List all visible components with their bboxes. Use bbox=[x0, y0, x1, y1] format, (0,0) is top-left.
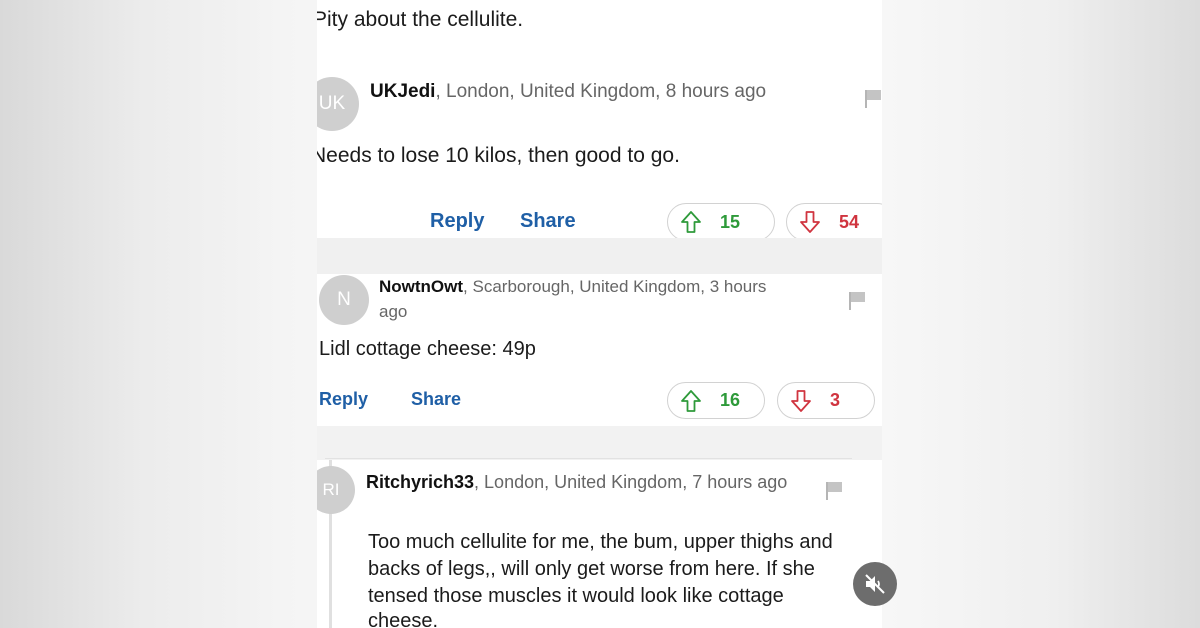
comment-text-line: Too much cellulite for me, the bum, uppe… bbox=[368, 531, 833, 553]
downvote-button[interactable]: 3 bbox=[777, 382, 875, 419]
comment-text-line: tensed those muscles it would look like … bbox=[368, 585, 784, 607]
downvote-count: 3 bbox=[830, 390, 841, 410]
flag-icon[interactable] bbox=[864, 89, 882, 109]
avatar-initials: UK bbox=[318, 93, 346, 114]
comment-header: NowtnOwt, Scarborough, United Kingdom, 3… bbox=[379, 277, 766, 297]
comment-text-line: cheese. bbox=[368, 610, 439, 628]
arrow-down-icon bbox=[800, 211, 820, 233]
avatar[interactable]: UK bbox=[317, 77, 359, 131]
flag-icon[interactable] bbox=[825, 481, 843, 501]
username[interactable]: UKJedi bbox=[370, 81, 435, 102]
share-button[interactable]: Share bbox=[520, 210, 576, 233]
arrow-up-icon bbox=[681, 389, 701, 412]
avatar-initials: RI bbox=[322, 480, 340, 499]
reply-divider bbox=[325, 458, 852, 459]
downvote-count: 54 bbox=[839, 211, 860, 232]
flag-icon[interactable] bbox=[848, 291, 866, 311]
comment-meta-continued: ago bbox=[379, 302, 408, 321]
comment-meta: , London, United Kingdom, 7 hours ago bbox=[474, 472, 788, 492]
comment-text: Lidl cottage cheese: 49p bbox=[319, 338, 536, 360]
comment-text: Needs to lose 10 kilos, then good to go. bbox=[317, 144, 680, 167]
reply-button[interactable]: Reply bbox=[319, 389, 368, 410]
comment-text-line: backs of legs,, will only get worse from… bbox=[368, 558, 815, 580]
avatar-initials: N bbox=[337, 289, 351, 310]
reply-button[interactable]: Reply bbox=[430, 210, 484, 233]
downvote-button[interactable]: 54 bbox=[786, 203, 882, 241]
comment-separator bbox=[317, 426, 882, 460]
username[interactable]: Ritchyrich33 bbox=[366, 472, 474, 492]
avatar[interactable]: N bbox=[319, 275, 369, 325]
comment-separator bbox=[317, 238, 882, 274]
upvote-count: 16 bbox=[720, 390, 741, 410]
arrow-down-icon bbox=[791, 389, 811, 412]
username[interactable]: NowtnOwt bbox=[379, 277, 463, 296]
comment-header: UKJedi, London, United Kingdom, 8 hours … bbox=[370, 81, 766, 103]
share-button[interactable]: Share bbox=[411, 389, 461, 410]
upvote-button[interactable]: 15 bbox=[667, 203, 775, 241]
muted-speaker-icon bbox=[865, 574, 885, 594]
comment-text: Pity about the cellulite. bbox=[317, 8, 524, 31]
upvote-count: 15 bbox=[720, 211, 741, 232]
comment-meta: , Scarborough, United Kingdom, 3 hours bbox=[463, 277, 767, 296]
mute-button[interactable] bbox=[853, 562, 897, 606]
comment-meta: , London, United Kingdom, 8 hours ago bbox=[435, 81, 767, 102]
arrow-up-icon bbox=[681, 211, 701, 233]
comments-panel: Pity about the cellulite. UK UKJedi, Lon… bbox=[317, 0, 882, 628]
avatar[interactable]: RI bbox=[317, 466, 355, 514]
upvote-button[interactable]: 16 bbox=[667, 382, 765, 419]
comment-header: Ritchyrich33, London, United Kingdom, 7 … bbox=[366, 472, 787, 493]
